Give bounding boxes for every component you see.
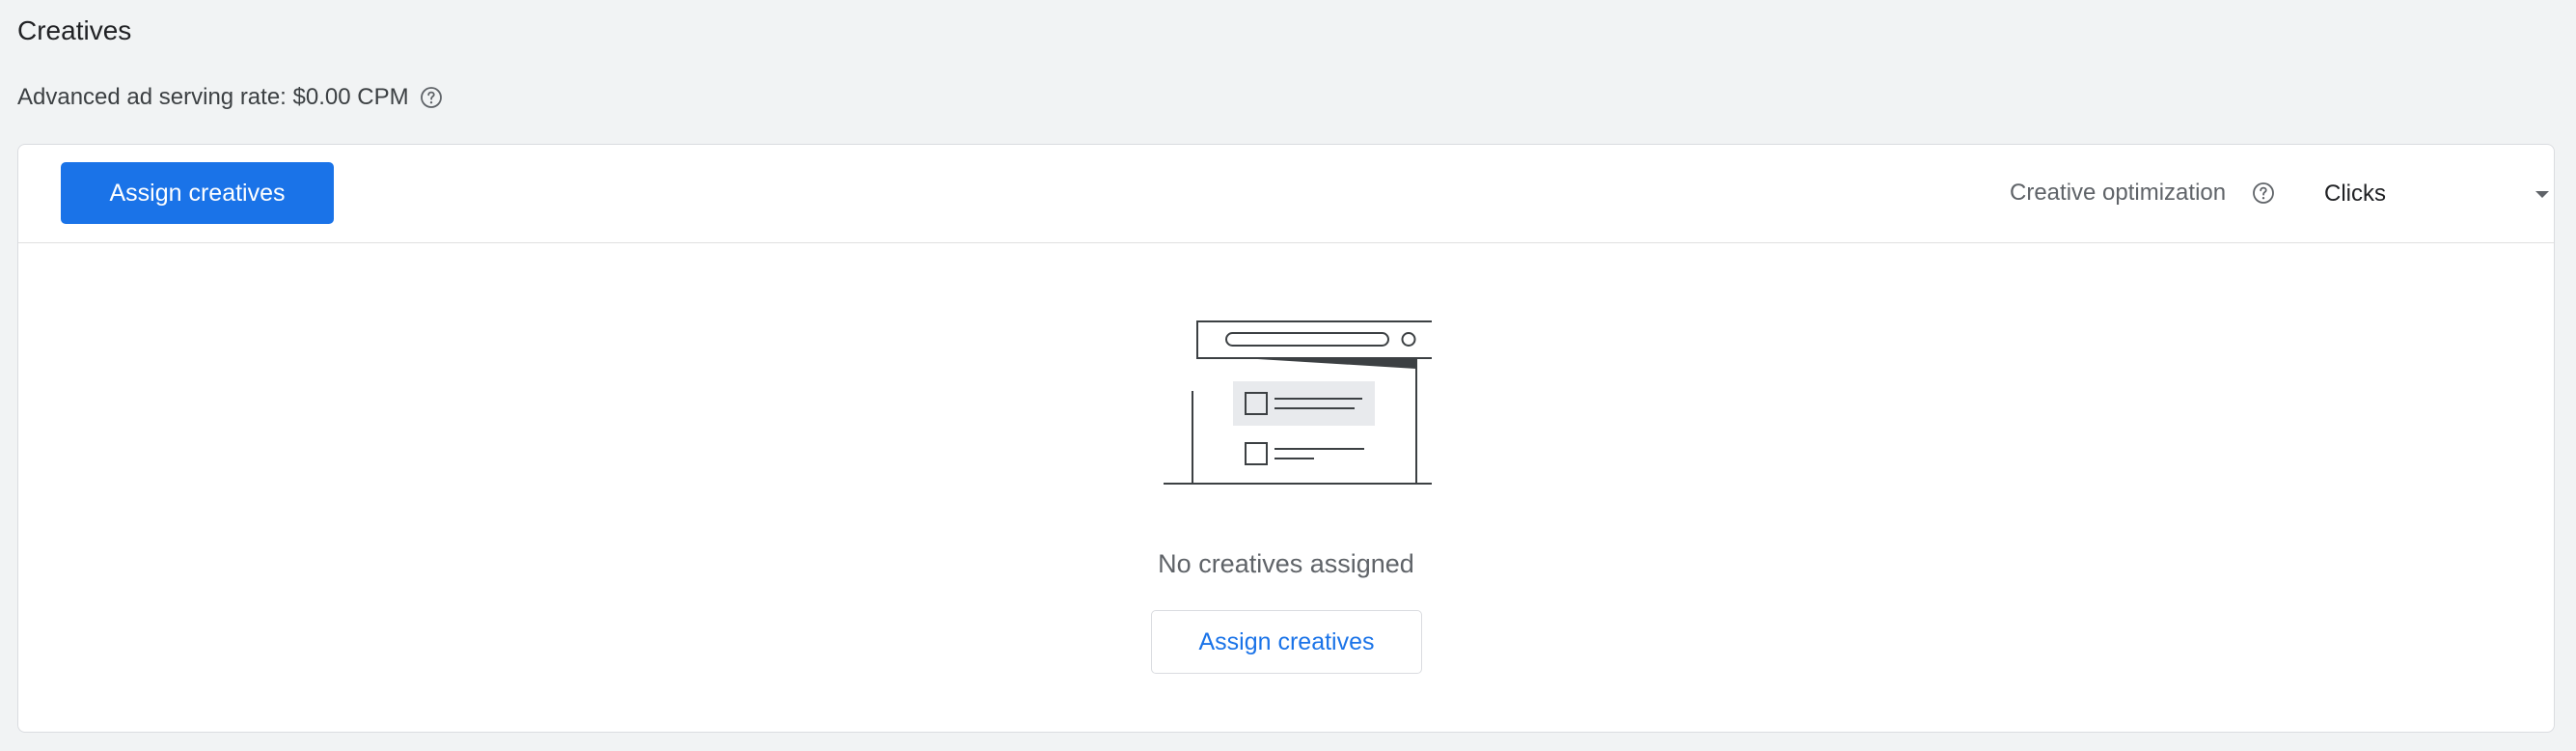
assign-creatives-button[interactable]: Assign creatives [61,162,334,224]
empty-state-assign-creatives-button[interactable]: Assign creatives [1151,610,1422,674]
creative-optimization-label: Creative optimization [2010,180,2227,206]
card-header: Assign creatives Creative optimization C… [18,145,2554,243]
serving-rate-row: Advanced ad serving rate: $0.00 CPM [17,81,444,114]
help-icon[interactable] [419,85,444,110]
dropdown-arrow-svg [2535,191,2549,198]
creative-optimization-value: Clicks [2324,181,2386,207]
dropdown-arrow-icon [2533,185,2552,205]
creative-optimization-help-icon[interactable] [2251,181,2276,206]
help-icon-svg [420,87,442,108]
help-icon-svg [2253,182,2274,204]
empty-state-message: No creatives assigned [1158,549,1414,578]
empty-creatives-illustration [1164,320,1432,485]
creatives-card: Assign creatives Creative optimization C… [17,144,2555,733]
creative-optimization-select[interactable]: Clicks [2324,168,2552,220]
page-title: Creatives [17,15,132,45]
serving-rate-text: Advanced ad serving rate: $0.00 CPM [17,84,409,110]
